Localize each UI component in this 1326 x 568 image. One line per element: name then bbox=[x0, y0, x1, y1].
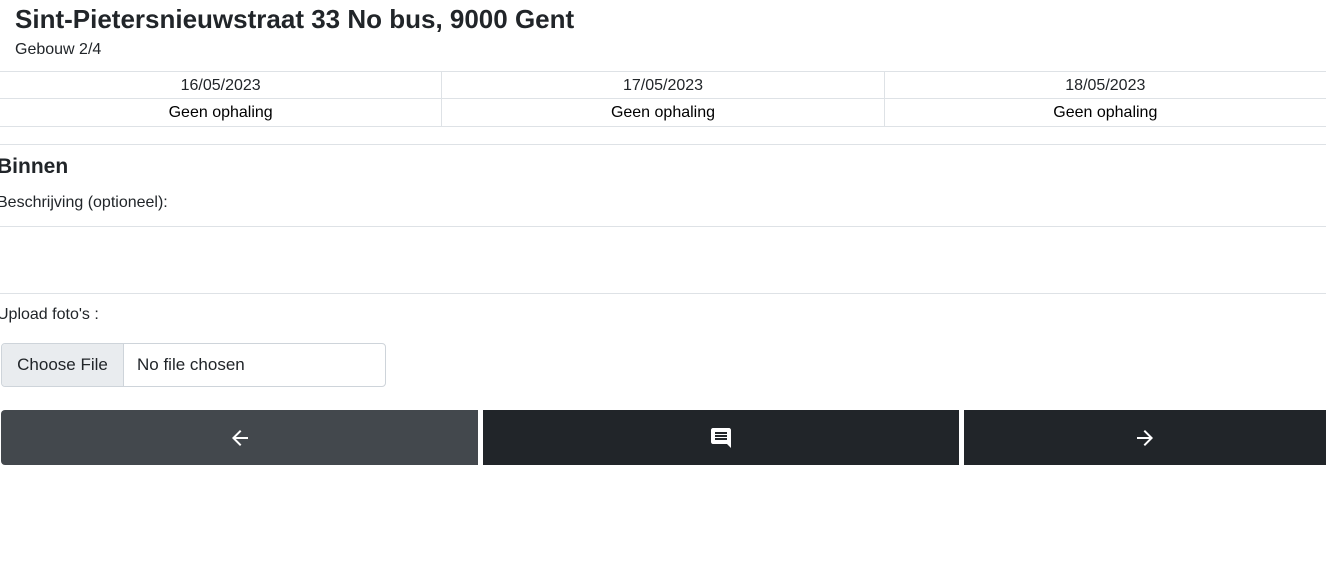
schedule-status: Geen ophaling bbox=[610, 104, 716, 121]
schedule-date: 17/05/2023 bbox=[442, 72, 884, 99]
schedule-date: 18/05/2023 bbox=[884, 72, 1326, 99]
upload-photos-label: Upload foto's : bbox=[0, 306, 99, 323]
choose-file-button[interactable]: Choose File bbox=[2, 344, 124, 386]
arrow-left-icon bbox=[231, 429, 248, 446]
schedule-status: Geen ophaling bbox=[168, 104, 273, 121]
building-subtitle: Gebouw 2/4 bbox=[15, 41, 102, 58]
schedule-day: 16/05/2023 Geen ophaling bbox=[0, 72, 443, 126]
next-button[interactable] bbox=[964, 410, 1326, 465]
schedule-day: 17/05/2023 Geen ophaling bbox=[442, 72, 885, 126]
previous-button[interactable] bbox=[1, 410, 478, 465]
arrow-right-icon bbox=[1137, 429, 1153, 446]
schedule-date: 16/05/2023 bbox=[0, 72, 442, 99]
page-title: Sint-Pietersnieuwstraat 33 No bus, 9000 … bbox=[15, 4, 575, 34]
section-title: Binnen bbox=[0, 155, 69, 178]
comment-button[interactable] bbox=[483, 410, 959, 465]
section-divider bbox=[0, 144, 1326, 145]
schedule-day: 18/05/2023 Geen ophaling bbox=[884, 72, 1326, 126]
file-input[interactable]: Choose File No file chosen bbox=[1, 343, 386, 387]
schedule-status: Geen ophaling bbox=[1053, 104, 1158, 121]
description-textarea[interactable] bbox=[0, 226, 1326, 294]
description-label: Beschrijving (optioneel): bbox=[0, 194, 168, 211]
file-status: No file chosen bbox=[137, 355, 245, 374]
comment-icon bbox=[711, 427, 731, 448]
page: Sint-Pietersnieuwstraat 33 No bus, 9000 … bbox=[0, 0, 1326, 568]
collection-schedule: 16/05/2023 Geen ophaling 17/05/2023 Geen… bbox=[0, 71, 1326, 127]
